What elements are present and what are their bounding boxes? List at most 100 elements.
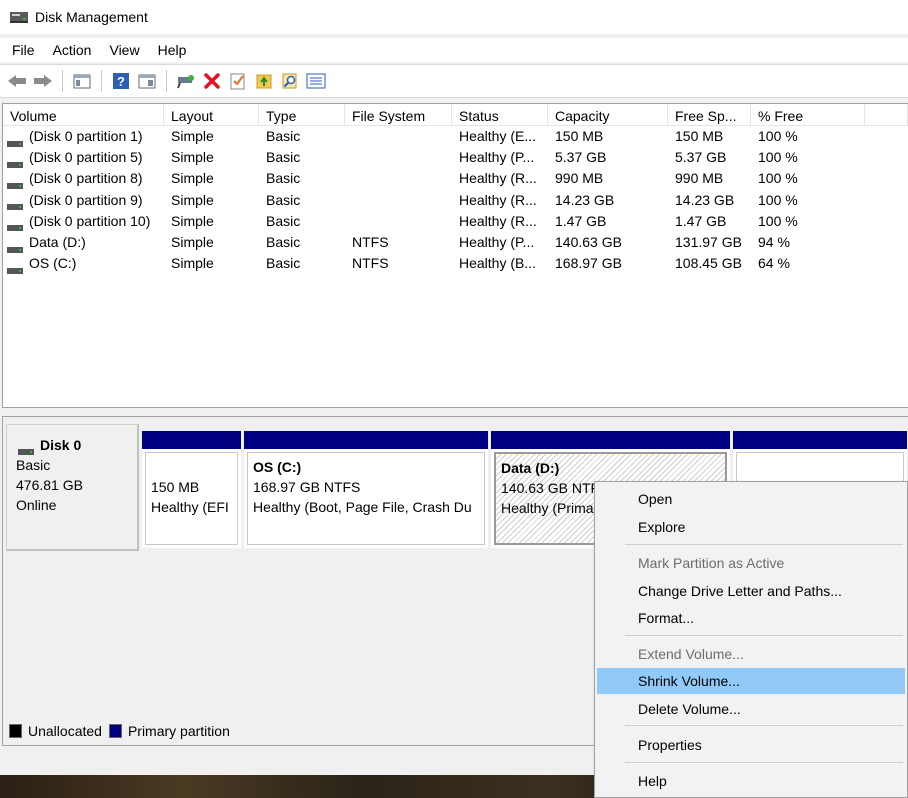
cell-free: 108.45 GB: [675, 255, 742, 272]
column-header-type[interactable]: Type: [259, 104, 345, 126]
partition-os-c[interactable]: OS (C:) 168.97 GB NTFS Healthy (Boot, Pa…: [244, 431, 488, 548]
help-icon[interactable]: ?: [110, 70, 132, 92]
cell-status: Healthy (B...: [459, 255, 537, 272]
svg-text:?: ?: [117, 74, 125, 89]
menu-file[interactable]: File: [6, 42, 41, 58]
volume-name: (Disk 0 partition 1): [29, 128, 143, 145]
disk-0-label[interactable]: Disk 0 Basic 476.81 GB Online: [6, 424, 139, 551]
properties-pane-icon[interactable]: [136, 70, 158, 92]
cell-fs: NTFS: [352, 255, 389, 272]
cell-layout: Simple: [171, 255, 214, 272]
menu-item-format[interactable]: Format...: [597, 605, 905, 631]
forward-icon[interactable]: [32, 70, 54, 92]
cell-fs: [345, 211, 452, 232]
volume-icon: [7, 217, 23, 232]
list-icon[interactable]: [305, 70, 327, 92]
table-row[interactable]: (Disk 0 partition 5) Simple Basic Healthy (…: [3, 147, 908, 168]
cell-pct: 100 %: [758, 128, 798, 144]
volume-name: (Disk 0 partition 10): [29, 212, 151, 229]
back-icon[interactable]: [6, 70, 28, 92]
cell-type: Basic: [266, 170, 301, 187]
table-row[interactable]: OS (C:) Simple Basic NTFS Healthy (B... 168.9…: [3, 253, 908, 274]
partition-bar: [491, 431, 730, 449]
cell-pct: 100 %: [758, 191, 798, 208]
menu-help[interactable]: Help: [152, 42, 193, 58]
menu-separator: [625, 762, 903, 763]
partition-bar: [733, 431, 907, 449]
disk-name-text: Disk 0: [40, 437, 82, 453]
cell-fs: [345, 147, 452, 168]
column-header-layout[interactable]: Layout: [164, 104, 259, 126]
menu-action[interactable]: Action: [47, 42, 98, 58]
volume-name: (Disk 0 partition 8): [29, 170, 143, 187]
search-icon[interactable]: [279, 70, 301, 92]
table-row[interactable]: Data (D:) Simple Basic NTFS Healthy (P... 140…: [3, 232, 908, 253]
cell-pct: 94 %: [758, 233, 790, 250]
partition-efi[interactable]: 150 MB Healthy (EFI: [142, 431, 241, 548]
column-header-capacity[interactable]: Capacity: [548, 104, 668, 126]
menu-item-help[interactable]: Help: [597, 768, 905, 794]
cell-volume: (Disk 0 partition 8): [3, 168, 164, 189]
legend-swatch-unallocated: [9, 724, 22, 738]
cell-free: 14.23 GB: [675, 191, 735, 208]
cell-capacity: 150 MB: [555, 128, 604, 144]
volume-name: Data (D:): [29, 234, 86, 251]
cell-free: 1.47 GB: [675, 212, 727, 229]
table-row[interactable]: (Disk 0 partition 9) Simple Basic Healthy (…: [3, 190, 908, 211]
cell-free: 5.37 GB: [675, 149, 727, 166]
table-row[interactable]: (Disk 0 partition 8) Simple Basic Healthy (…: [3, 168, 908, 189]
table-row[interactable]: (Disk 0 partition 10) Simple Basic Healthy …: [3, 211, 908, 232]
cell-pct: 64 %: [758, 255, 790, 272]
cell-free: 131.97 GB: [675, 233, 742, 250]
disk-name: Disk 0: [18, 435, 137, 455]
menu-item-shrink-volume[interactable]: Shrink Volume...: [597, 668, 905, 694]
cell-type: Basic: [266, 128, 301, 144]
partition-size: 150 MB: [151, 479, 200, 495]
cell-layout: Simple: [171, 191, 214, 208]
check-icon[interactable]: [227, 70, 249, 92]
disk-state: Online: [16, 497, 57, 513]
cell-status: Healthy (P...: [459, 149, 535, 166]
cell-fs: NTFS: [352, 233, 389, 250]
menu-item-delete-volume[interactable]: Delete Volume...: [597, 696, 905, 722]
up-folder-icon[interactable]: [253, 70, 275, 92]
cell-volume: (Disk 0 partition 1): [3, 126, 164, 147]
cell-free: 990 MB: [675, 170, 724, 187]
column-header-free-space[interactable]: Free Sp...: [668, 104, 751, 126]
partition-bar: [142, 431, 241, 449]
column-header-status[interactable]: Status: [452, 104, 548, 126]
column-header-percent-free[interactable]: % Free: [751, 104, 865, 126]
cell-free: 150 MB: [675, 128, 724, 144]
menu-item-explore[interactable]: Explore: [597, 514, 905, 540]
table-row[interactable]: (Disk 0 partition 1) Simple Basic Healthy (…: [3, 126, 908, 147]
toolbar-separator: [166, 70, 167, 92]
legend-label-unallocated: Unallocated: [28, 723, 102, 739]
disk-management-icon: [9, 9, 29, 25]
volume-rows: (Disk 0 partition 1) Simple Basic Healthy (…: [3, 126, 908, 274]
cell-pct: 100 %: [758, 170, 798, 187]
partition-bar: [244, 431, 488, 449]
cell-status: Healthy (R...: [459, 170, 537, 187]
cell-fs: [345, 190, 452, 211]
partition-title: [151, 457, 237, 477]
menu-item-change-drive-letter[interactable]: Change Drive Letter and Paths...: [597, 578, 905, 604]
volume-icon: [7, 133, 23, 147]
console-tree-icon[interactable]: [71, 70, 93, 92]
volume-icon: [7, 260, 23, 274]
toolbar-separator: [62, 70, 63, 92]
cell-type: Basic: [266, 255, 301, 272]
cell-capacity: 14.23 GB: [555, 191, 615, 208]
connect-icon[interactable]: [175, 70, 197, 92]
menu-item-open[interactable]: Open: [597, 486, 905, 512]
partition-title: OS (C:): [253, 459, 302, 475]
partition-status: Healthy (EFI: [151, 499, 229, 515]
column-header-file-system[interactable]: File System: [345, 104, 452, 126]
delete-icon[interactable]: [201, 70, 223, 92]
column-header-volume[interactable]: Volume: [3, 104, 164, 126]
column-header-extra: [865, 104, 908, 126]
menu-item-properties[interactable]: Properties: [597, 732, 905, 758]
menu-separator: [625, 725, 903, 726]
menu-view[interactable]: View: [103, 42, 145, 58]
cell-type: Basic: [266, 149, 301, 166]
cell-fs: [345, 126, 452, 147]
